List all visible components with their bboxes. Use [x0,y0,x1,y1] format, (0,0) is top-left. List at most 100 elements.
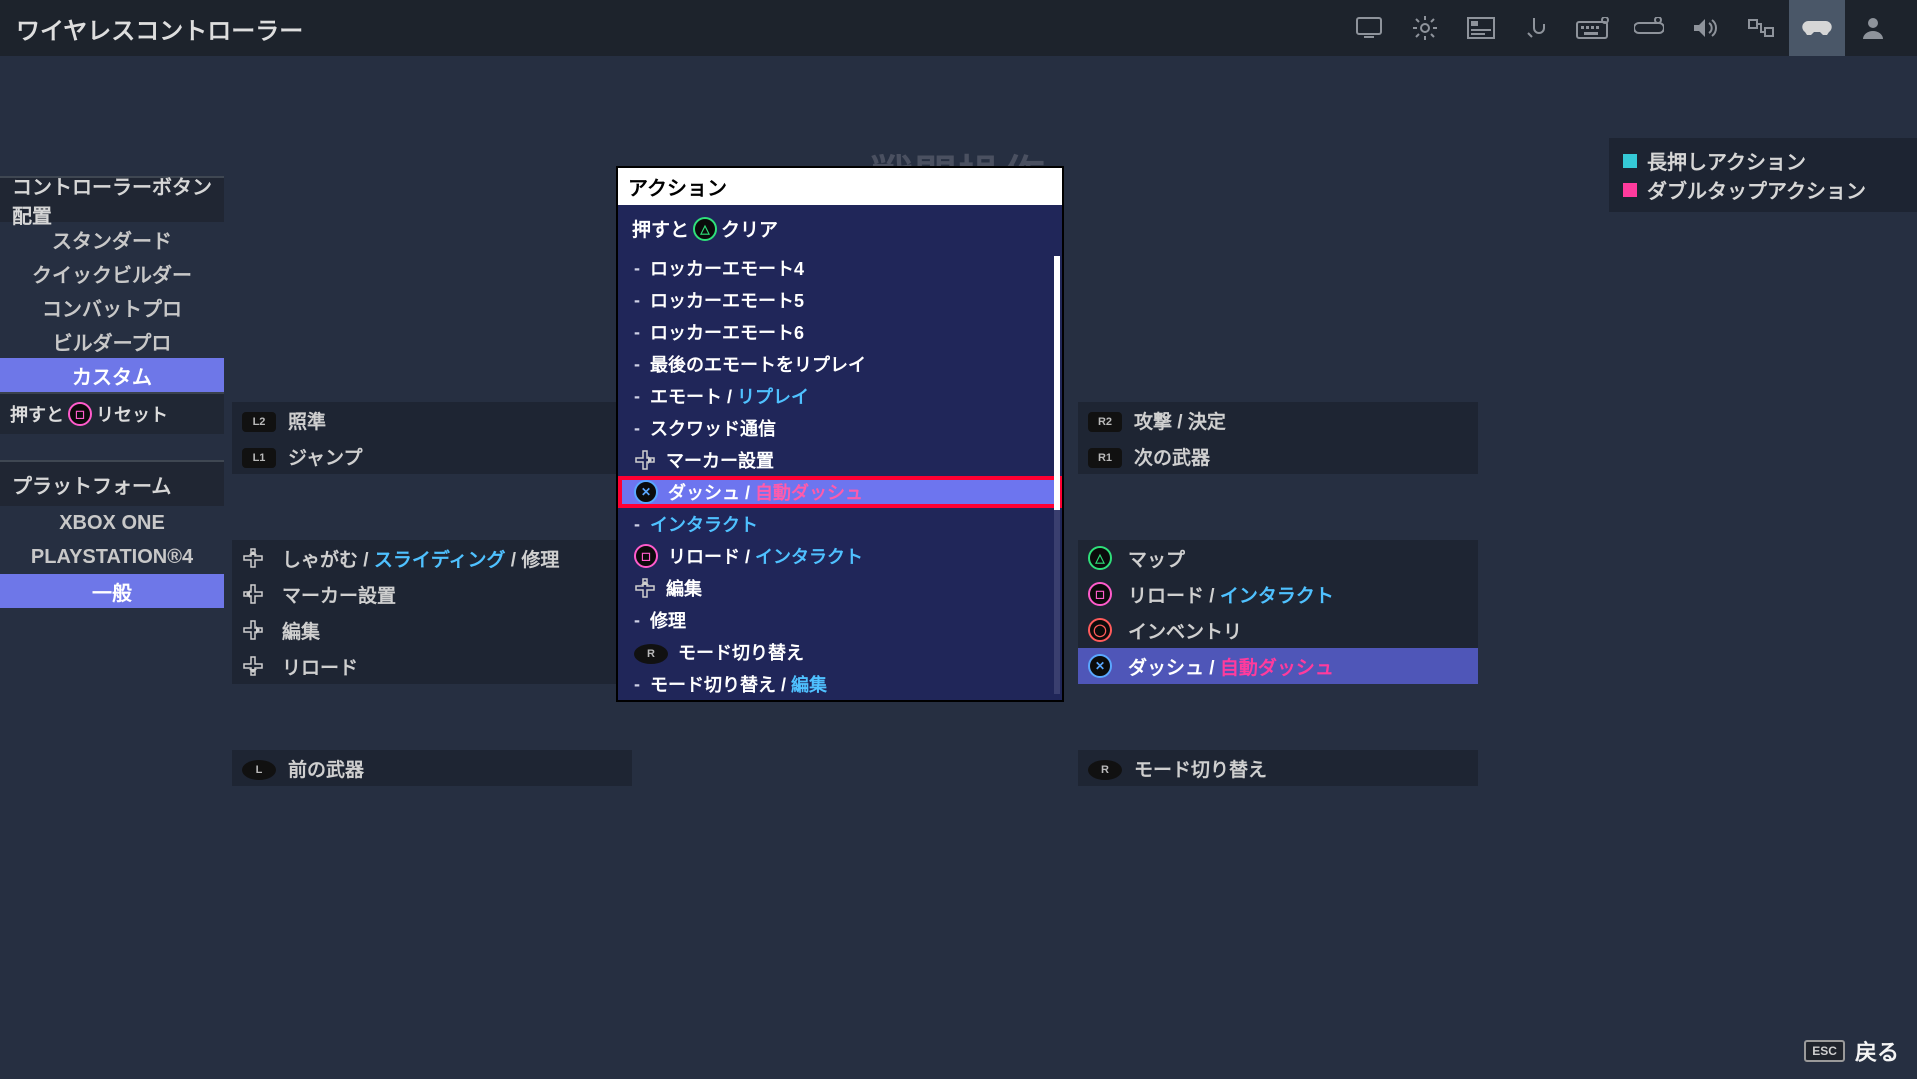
popup-item[interactable]: ◻ リロード / インタラクト [618,540,1062,572]
popup-item-label: マーカー設置 [666,447,774,473]
--icon: - [634,514,640,535]
legend-hold-swatch [1623,154,1637,168]
ps-o-icon: ◯ [1088,618,1116,642]
popup-item[interactable]: -ロッカーエモート4 [618,252,1062,284]
layout-item[interactable]: ビルダープロ [0,324,224,358]
popup-item[interactable]: -ロッカーエモート6 [618,316,1062,348]
popup-item[interactable]: -スクワッド通信 [618,412,1062,444]
sidebar-layout-header: コントローラーボタン配置 [0,176,224,222]
binding-row[interactable]: しゃがむ / スライディング / 修理 [232,540,632,576]
binding-row[interactable]: 編集 [232,612,632,648]
r2-icon: R2 [1088,409,1122,432]
platform-item[interactable]: XBOX ONE [0,506,224,540]
popup-item-label: モード切り替え [678,639,804,665]
popup-item[interactable]: -エモート / リプレイ [618,380,1062,412]
tab-audio-icon[interactable] [1677,0,1733,56]
binding-label: モード切り替え [1134,755,1267,782]
popup-item-label: リロード / インタラクト [668,543,863,569]
platform-item[interactable]: 一般 [0,574,224,608]
layout-item[interactable]: カスタム [0,358,224,392]
--icon: - [634,610,640,631]
tab-account-icon[interactable] [1845,0,1901,56]
--icon: - [634,418,640,439]
tab-controller-sens-icon[interactable] [1621,0,1677,56]
popup-item-label: ロッカーエモート5 [650,287,804,313]
popup-item[interactable]: -最後のエモートをリプレイ [618,348,1062,380]
scrollbar[interactable] [1054,256,1060,694]
binding-label: リロード [282,653,358,680]
binding-label: マップ [1128,545,1185,572]
binding-row[interactable]: L2 照準 [232,402,632,438]
l1-icon: L1 [242,445,276,468]
dpad-r-icon [242,619,270,641]
binding-label: しゃがむ / スライディング / 修理 [282,545,559,572]
--icon: - [634,674,640,695]
l2-icon: L2 [242,409,276,432]
popup-item[interactable]: ✕ダッシュ / 自動ダッシュ [618,476,1062,508]
dpad-r-icon [634,449,656,471]
tab-keyboard-icon[interactable] [1565,0,1621,56]
binding-label: ジャンプ [288,443,362,470]
binding-label: 編集 [282,617,320,644]
--icon: - [634,354,640,375]
action-popup: アクション 押すと △ クリア -ロッカーエモート4-ロッカーエモート5-ロッカ… [618,168,1062,700]
binding-row[interactable]: L前の武器 [232,750,632,786]
r1-icon: R1 [1088,445,1122,468]
popup-item-label: エモート / リプレイ [650,383,809,409]
binding-label: 照準 [288,407,326,434]
sidebar: コントローラーボタン配置 スタンダードクイックビルダーコンバットプロビルダープロ… [0,176,224,608]
popup-item[interactable]: -モード切り替え / 編集 [618,668,1062,700]
tab-hud-icon[interactable] [1453,0,1509,56]
triangle-icon: △ [693,217,717,241]
binding-row[interactable]: R2攻撃 / 決定 [1078,402,1478,438]
tab-touch-icon[interactable] [1509,0,1565,56]
rs-icon: R [634,641,668,664]
binding-row[interactable]: ◯インベントリ [1078,612,1478,648]
window-title: ワイヤレスコントローラー [16,11,303,46]
popup-item-label: ロッカーエモート6 [650,319,804,345]
popup-item[interactable]: R モード切り替え [618,636,1062,668]
binding-row[interactable]: △マップ [1078,540,1478,576]
binding-row[interactable]: ✕ダッシュ / 自動ダッシュ [1078,648,1478,684]
popup-item[interactable]: マーカー設置 [618,444,1062,476]
binding-label: 前の武器 [288,755,364,782]
popup-item-label: 修理 [650,607,686,633]
tab-video-icon[interactable] [1341,0,1397,56]
binding-row[interactable]: ◻リロード / インタラクト [1078,576,1478,612]
binding-row[interactable]: L1 ジャンプ [232,438,632,474]
reset-row[interactable]: 押すと ◻ リセット [0,392,224,434]
ps-s-icon: ◻ [634,544,658,568]
legend: 長押しアクション ダブルタップアクション [1609,138,1917,212]
sidebar-platform-header: プラットフォーム [0,460,224,506]
popup-item-label: スクワッド通信 [650,415,776,441]
scrollbar-thumb[interactable] [1054,256,1060,510]
tab-controller-icon[interactable] [1789,0,1845,56]
popup-item-label: インタラクト [650,511,758,537]
popup-title: アクション [618,168,1062,205]
binding-row[interactable]: マーカー設置 [232,576,632,612]
popup-list[interactable]: -ロッカーエモート4-ロッカーエモート5-ロッカーエモート6-最後のエモートをリ… [618,252,1062,700]
popup-item-label: ロッカーエモート4 [650,255,804,281]
back-button[interactable]: ESC 戻る [1804,1035,1899,1067]
popup-item[interactable]: -ロッカーエモート5 [618,284,1062,316]
binding-row[interactable]: リロード [232,648,632,684]
ps-x-icon: ✕ [634,480,658,504]
popup-item[interactable]: -インタラクト [618,508,1062,540]
tab-gear-icon[interactable] [1397,0,1453,56]
tab-accessibility-icon[interactable] [1733,0,1789,56]
ps-x-icon: ✕ [1088,654,1116,678]
settings-tabs [1341,0,1901,56]
platform-item[interactable]: PLAYSTATION®4 [0,540,224,574]
binding-label: マーカー設置 [282,581,396,608]
--icon: - [634,290,640,311]
popup-item-label: 最後のエモートをリプレイ [650,351,866,377]
popup-item[interactable]: -修理 [618,604,1062,636]
layout-item[interactable]: クイックビルダー [0,256,224,290]
popup-item[interactable]: 編集 [618,572,1062,604]
binding-label: 次の武器 [1134,443,1210,470]
legend-double-swatch [1623,183,1637,197]
binding-row[interactable]: R1 次の武器 [1078,438,1478,474]
bindings-left: L2 照準 L1 ジャンプしゃがむ / スライディング / 修理マーカー設置編集リロー… [232,402,632,786]
layout-item[interactable]: コンバットプロ [0,290,224,324]
binding-row[interactable]: Rモード切り替え [1078,750,1478,786]
